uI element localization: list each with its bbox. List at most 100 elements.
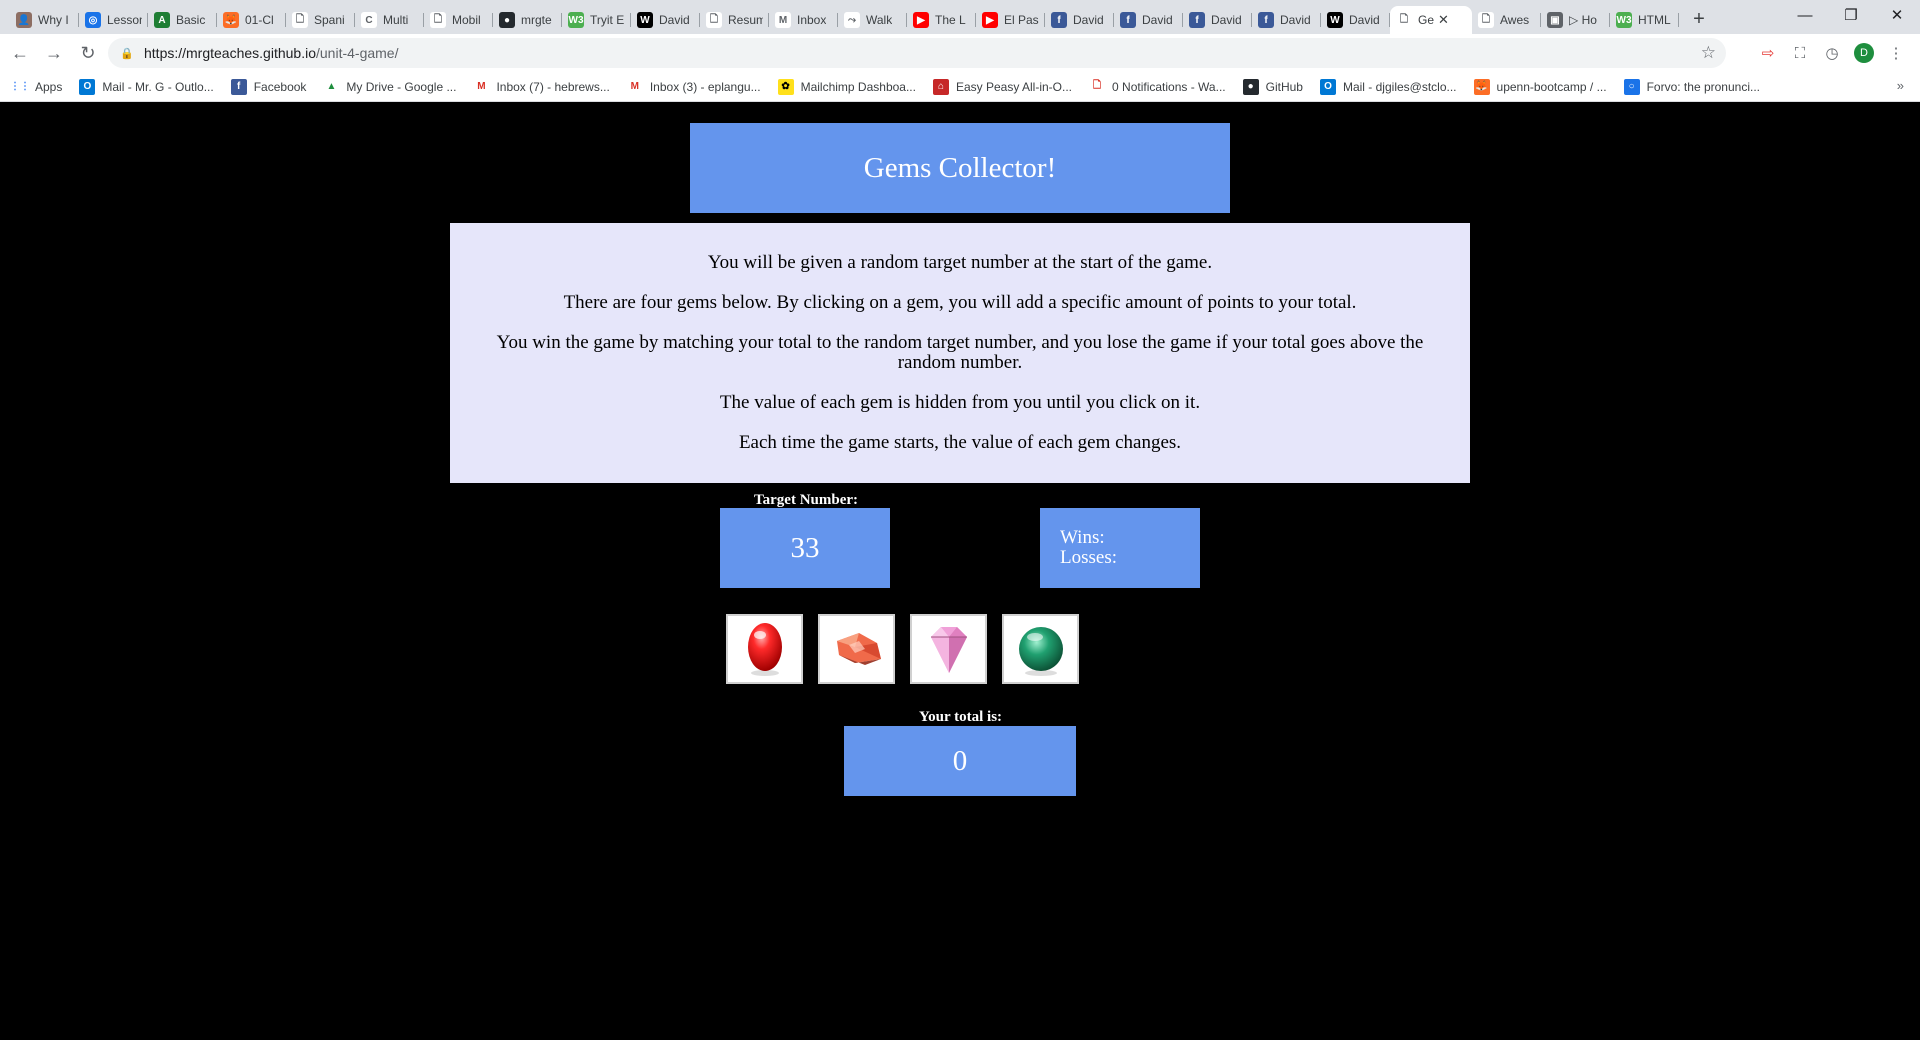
browser-tab[interactable]: W3 HTML	[1610, 6, 1679, 34]
bookmarks-bar: ⋮⋮ Apps O Mail - Mr. G - Outlo... f Facebook ▲…	[0, 72, 1920, 102]
bookmark-item[interactable]: ● GitHub	[1242, 78, 1303, 95]
bookmark-star-icon[interactable]: ☆	[1701, 43, 1716, 63]
address-bar[interactable]: 🔒 https://mrgteaches.github.io/unit-4-ga…	[108, 38, 1726, 68]
tab-favicon-icon: ▶	[982, 12, 998, 28]
total-value: 0	[844, 726, 1076, 796]
browser-tab[interactable]: A Basic	[148, 6, 217, 34]
browser-tab[interactable]: 🗋 Resum	[700, 6, 769, 34]
tab-favicon-icon: f	[1051, 12, 1067, 28]
bookmark-item[interactable]: ✿ Mailchimp Dashboa...	[777, 78, 916, 95]
lock-icon: 🔒	[120, 47, 134, 60]
menu-kebab-icon[interactable]: ⋮	[1880, 38, 1912, 68]
pink-diamond-icon	[930, 627, 967, 673]
bookmark-item[interactable]: ○ Forvo: the pronunci...	[1623, 78, 1760, 95]
bookmark-item[interactable]: 🦊 upenn-bootcamp / ...	[1473, 78, 1607, 95]
window-controls: — ❐ ✕	[1782, 0, 1920, 30]
extension-icon[interactable]: ⇨	[1752, 38, 1784, 68]
tab-favicon-icon: ⤳	[844, 12, 860, 28]
tab-title: David	[1073, 13, 1104, 27]
bookmark-item[interactable]: ▲ My Drive - Google ...	[323, 79, 456, 95]
bookmark-item[interactable]: f Facebook	[230, 78, 307, 95]
tab-favicon-icon: ▣	[1547, 12, 1563, 28]
close-window-button[interactable]: ✕	[1874, 0, 1920, 30]
url-host: https://mrgteaches.github.io	[144, 45, 316, 61]
orange-gem-icon	[836, 633, 881, 665]
green-gem-icon	[1018, 627, 1063, 676]
browser-tab[interactable]: W3 Tryit E	[562, 6, 631, 34]
browser-tab[interactable]: 🗋 Awes	[1472, 6, 1541, 34]
tab-favicon-icon: W	[1327, 12, 1343, 28]
instruction-line: Each time the game starts, the value of …	[738, 431, 1182, 453]
browser-tab[interactable]: W David	[1321, 6, 1390, 34]
gem-button-red[interactable]	[726, 614, 803, 684]
bookmark-item[interactable]: M Inbox (3) - eplangu...	[626, 78, 761, 95]
bookmark-label: Forvo: the pronunci...	[1646, 79, 1760, 94]
bookmark-item[interactable]: 🗋 0 Notifications - Wa...	[1089, 78, 1226, 95]
browser-tab[interactable]: f David	[1183, 6, 1252, 34]
tab-favicon-icon: 🗋	[430, 12, 446, 28]
browser-tab[interactable]: ▶ The L	[907, 6, 976, 34]
gem-button-green[interactable]	[1002, 614, 1079, 684]
arrow-left-icon: ←	[11, 42, 29, 63]
browser-tab[interactable]: W David	[631, 6, 700, 34]
bookmark-label: My Drive - Google ...	[346, 79, 457, 94]
bookmark-item[interactable]: M Inbox (7) - hebrews...	[473, 78, 610, 95]
gem-button-orange[interactable]	[818, 614, 895, 684]
tab-title: Mobil	[452, 13, 481, 27]
tab-title: Lessons	[107, 13, 142, 27]
browser-tab[interactable]: ● mrgte	[493, 6, 562, 34]
profile-avatar[interactable]: D	[1854, 43, 1874, 63]
tab-favicon-icon: f	[1189, 12, 1205, 28]
browser-tab[interactable]: f David	[1045, 6, 1114, 34]
bookmark-item[interactable]: ⋮⋮ Apps	[10, 79, 62, 95]
browser-tab[interactable]: ▶ El Pas	[976, 6, 1045, 34]
bookmark-item[interactable]: O Mail - djgiles@stclo...	[1319, 78, 1457, 95]
red-gem-icon	[747, 623, 782, 676]
bookmarks-overflow-button[interactable]: »	[1897, 78, 1904, 93]
browser-tab[interactable]: 👤 Why I	[10, 6, 79, 34]
tab-title: El Pas	[1004, 13, 1039, 27]
browser-tab-active[interactable]: 🗋 Ge ✕	[1390, 6, 1472, 34]
bookmark-favicon-icon: ⋮⋮	[10, 81, 30, 92]
bookmark-favicon-icon: ⌂	[932, 78, 949, 95]
screenshot-extension-icon[interactable]: ⛶	[1784, 38, 1816, 68]
bookmark-favicon-icon: ✿	[777, 78, 794, 95]
browser-tab[interactable]: 🗋 Spani	[286, 6, 355, 34]
tab-favicon-icon: ◎	[85, 12, 101, 28]
tab-title: Multi	[383, 13, 409, 27]
losses-label: Losses:	[1060, 547, 1117, 568]
forward-button[interactable]: →	[40, 39, 68, 67]
tab-strip: 👤 Why I ◎ Lessons A Basic 🦊 01-Cl 🗋 Spani C Multi 🗋 M…	[0, 0, 1920, 34]
tab-favicon-icon: C	[361, 12, 377, 28]
tab-title: Ge	[1418, 13, 1435, 27]
gem-button-pink[interactable]	[910, 614, 987, 684]
tab-title: Inbox	[797, 13, 827, 27]
new-tab-button[interactable]: +	[1685, 5, 1713, 33]
extension-clock-icon[interactable]: ◷	[1816, 38, 1848, 68]
bookmark-favicon-icon: M	[626, 78, 643, 95]
tab-favicon-icon: ●	[499, 12, 515, 28]
close-tab-icon[interactable]: ✕	[1438, 12, 1449, 28]
back-button[interactable]: ←	[6, 39, 34, 67]
browser-tab[interactable]: C Multi	[355, 6, 424, 34]
minimize-button[interactable]: —	[1782, 0, 1828, 30]
bookmark-label: Facebook	[253, 79, 307, 94]
reload-button[interactable]: ↻	[74, 39, 102, 67]
bookmark-item[interactable]: ⌂ Easy Peasy All-in-O...	[932, 78, 1072, 95]
tab-favicon-icon: W	[637, 12, 653, 28]
bookmark-item[interactable]: O Mail - Mr. G - Outlo...	[79, 78, 214, 95]
tab-title: David	[1211, 13, 1242, 27]
browser-tab[interactable]: 🦊 01-Cl	[217, 6, 286, 34]
target-number-label: Target Number:	[754, 492, 859, 508]
browser-tab[interactable]: M Inbox	[769, 6, 838, 34]
game-title: Gems Collector!	[690, 123, 1230, 213]
restore-button[interactable]: ❐	[1828, 0, 1874, 30]
bookmark-label: Mailchimp Dashboa...	[800, 79, 916, 94]
browser-tab[interactable]: ⤳ Walk	[838, 6, 907, 34]
browser-tab[interactable]: ◎ Lessons	[79, 6, 148, 34]
browser-tab[interactable]: 🗋 Mobil	[424, 6, 493, 34]
browser-tab[interactable]: f David	[1114, 6, 1183, 34]
browser-tab[interactable]: f David	[1252, 6, 1321, 34]
bookmark-favicon-icon: ▲	[326, 81, 337, 92]
browser-tab[interactable]: ▣ ▷ Ho	[1541, 6, 1610, 34]
